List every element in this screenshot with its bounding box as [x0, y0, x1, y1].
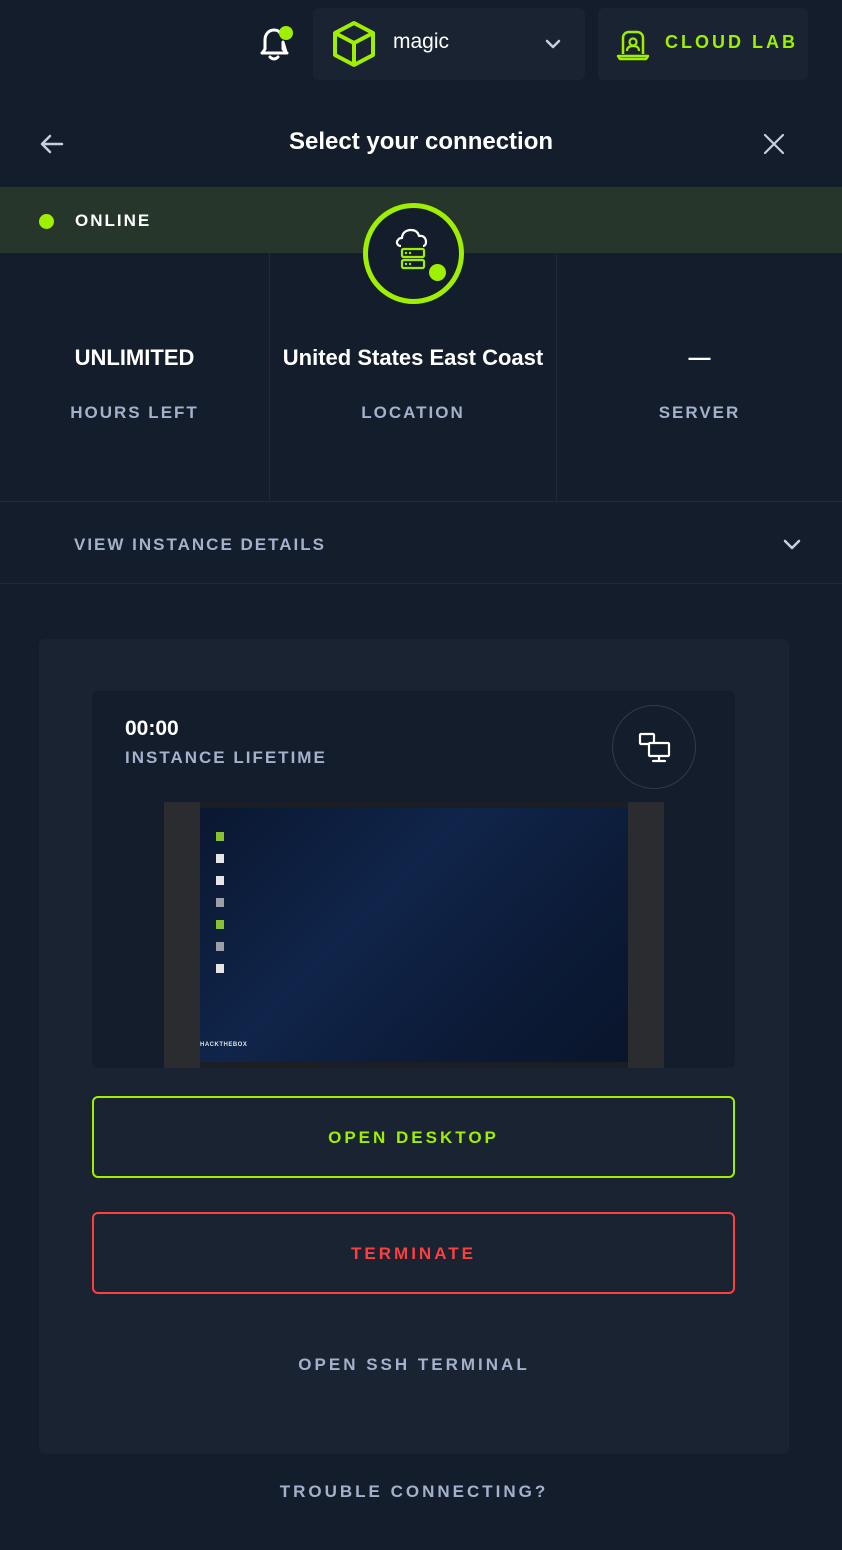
chevron-down-icon	[783, 539, 801, 550]
online-dot	[429, 264, 446, 281]
instance-card: 00:00 INSTANCE LIFETIME HACKTHEBOX	[92, 691, 735, 1068]
workspace-name: magic	[393, 30, 450, 53]
terminate-label: TERMINATE	[351, 1244, 476, 1263]
stat-server: — SERVER	[557, 253, 842, 502]
stat-label: LOCATION	[361, 403, 465, 422]
trash-icon	[216, 898, 224, 907]
file-icon	[216, 876, 224, 885]
instance-lifetime-label: INSTANCE LIFETIME	[125, 748, 327, 767]
instance-panel: 00:00 INSTANCE LIFETIME HACKTHEBOX OPEN …	[39, 639, 789, 1454]
notifications-button[interactable]	[255, 22, 295, 66]
bell-icon	[260, 26, 293, 61]
folder-icon	[216, 832, 224, 841]
desktop-wallpaper	[200, 808, 628, 1062]
desktop-preview[interactable]: HACKTHEBOX	[164, 802, 664, 1068]
close-button[interactable]	[760, 130, 788, 158]
open-desktop-label: OPEN DESKTOP	[328, 1128, 499, 1147]
top-bar: magic CLOUD LAB	[0, 0, 842, 90]
status-text: ONLINE	[75, 211, 152, 230]
file-icon	[216, 854, 224, 863]
stat-hours-left: UNLIMITED HOURS LEFT	[0, 253, 269, 502]
open-desktop-button[interactable]: OPEN DESKTOP	[92, 1096, 735, 1178]
stat-value: —	[688, 345, 711, 370]
switch-display-button[interactable]	[612, 705, 696, 789]
cloud-lab-label: CLOUD LAB	[665, 32, 798, 52]
monitors-icon	[638, 732, 671, 763]
chevron-down-icon	[545, 39, 561, 49]
details-label: VIEW INSTANCE DETAILS	[74, 535, 326, 554]
preview-taskbar	[200, 1062, 628, 1068]
cloud-lab-button[interactable]: CLOUD LAB	[598, 8, 808, 80]
file-icon	[216, 964, 224, 973]
preview-menubar	[200, 802, 628, 808]
close-icon	[763, 133, 785, 155]
cube-icon	[333, 21, 375, 67]
preview-brand: HACKTHEBOX	[200, 1042, 248, 1048]
terminate-button[interactable]: TERMINATE	[92, 1212, 735, 1294]
trouble-connecting-link[interactable]: TROUBLE CONNECTING?	[0, 1482, 828, 1502]
stat-value: United States East Coast	[282, 345, 544, 370]
stat-value: UNLIMITED	[74, 345, 195, 370]
page-title: Select your connection	[288, 128, 554, 155]
folder-icon	[216, 920, 224, 929]
cloud-lab-icon	[616, 30, 650, 61]
file-icon	[216, 942, 224, 951]
view-instance-details-toggle[interactable]: VIEW INSTANCE DETAILS	[0, 502, 842, 584]
workspace-selector[interactable]: magic	[313, 8, 585, 80]
open-ssh-terminal-link[interactable]: OPEN SSH TERMINAL	[39, 1355, 789, 1375]
status-indicator	[39, 214, 54, 229]
instance-lifetime-value: 00:00	[125, 717, 179, 740]
stat-label: SERVER	[658, 403, 741, 422]
stat-label: HOURS LEFT	[70, 403, 199, 422]
cloud-server-badge	[363, 203, 464, 304]
